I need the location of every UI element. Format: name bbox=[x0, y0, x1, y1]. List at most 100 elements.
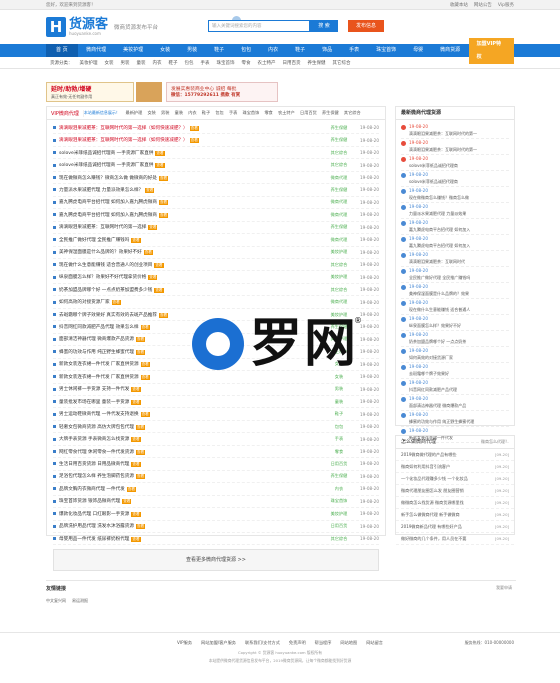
view-tag[interactable]: 查看 bbox=[140, 374, 150, 380]
row-category[interactable]: 其它综合 bbox=[321, 287, 357, 293]
category-item[interactable]: 童装 bbox=[137, 60, 146, 66]
category-item[interactable]: 美妆护理 bbox=[80, 60, 98, 66]
item-title[interactable]: 滴滴眼泪果减肥茶：互联网时代的第一 bbox=[409, 131, 477, 137]
row-category[interactable]: 美妆护理 bbox=[321, 249, 357, 255]
row-title[interactable]: 奶茶加盟品牌哪个好 一点点奶茶加盟费多少钱 查看 bbox=[59, 287, 321, 293]
table-row[interactable]: 全民推广做好代理 全民推广赚钱吗 查看 微商代理 19-08-20 bbox=[53, 234, 379, 247]
list-item[interactable]: 19-08-20 嘉九腾虎电商平台招代理 如何加入 bbox=[401, 219, 509, 235]
row-title[interactable]: 男士运动鞋微商代理 一件代发支持退换 查看 bbox=[59, 411, 321, 418]
row-category[interactable]: 手表 bbox=[321, 436, 357, 442]
view-tag[interactable]: 查看 bbox=[140, 412, 150, 418]
row-category[interactable]: 零食 bbox=[321, 449, 357, 455]
view-tag[interactable]: 查看 bbox=[135, 349, 146, 355]
category-item[interactable]: 零食 bbox=[242, 60, 251, 66]
table-row[interactable]: 美神保湿面膜是什么品牌的？效果好不好 查看 美妆护理 19-08-20 bbox=[53, 247, 379, 259]
footer-link[interactable]: 帮当程序 bbox=[315, 640, 332, 646]
table-row[interactable]: 奶茶加盟品牌哪个好 一点点奶茶加盟费多少钱 查看 其它综合 19-08-20 bbox=[53, 284, 379, 297]
item-title[interactable]: 滴滴眼泪果减肥茶：互联网时代的第一 bbox=[409, 147, 477, 153]
row-title[interactable]: 滴滴眼泪果减肥茶：互联网时代的第一选择（如何快速减肥？） 查看 bbox=[59, 137, 321, 144]
list-item[interactable]: 新手怎么做微商代理 新手做微商 [09-20] bbox=[396, 509, 514, 521]
item-title[interactable]: 奶茶加盟品牌哪个好 一点点奶茶 bbox=[409, 339, 466, 345]
tab-category[interactable]: 日用百货 bbox=[297, 110, 319, 116]
table-row[interactable]: 男士运动鞋微商代理 一件代发支持退换 查看 鞋子 19-08-20 bbox=[53, 408, 379, 421]
row-category[interactable]: 童装 bbox=[321, 399, 357, 405]
howto-more-link[interactable]: 微商怎么代理？ bbox=[481, 436, 509, 448]
table-row[interactable]: 如何高效的对接货源厂家 查看 微商代理 19-08-20 bbox=[53, 296, 379, 309]
view-tag[interactable]: 查看 bbox=[148, 225, 158, 231]
row-title[interactable]: 现在做什么生意能赚钱 适合普通人的创业项目 查看 bbox=[59, 262, 321, 268]
table-row[interactable]: 嘉九腾虎电商平台招代理 如何加入嘉九腾虎微商 查看 微商代理 19-08-20 bbox=[53, 197, 379, 210]
apply-link[interactable]: 我要申请 bbox=[496, 585, 512, 591]
row-title[interactable]: 滴滴眼泪果减肥茶：互联网时代的第一选择 查看 bbox=[59, 224, 321, 231]
ad-left[interactable]: 延时/助勃/增硬 真正有效·无任何副作用 bbox=[46, 82, 134, 102]
view-tag[interactable]: 查看 bbox=[158, 175, 169, 181]
view-tag[interactable]: 查看 bbox=[158, 212, 169, 218]
list-item[interactable]: 19-08-20 蜂蜜的功效与作用 纯正野生蜂蜜代理 bbox=[401, 411, 509, 427]
view-tag[interactable]: 查看 bbox=[154, 287, 164, 293]
item-title[interactable]: 做好微商的几个条件，用人员在不要 bbox=[401, 536, 495, 542]
table-row[interactable]: 爆款化妆品代理 口红眼影一手货源 查看 美妆护理 19-08-20 bbox=[53, 508, 379, 521]
footer-link[interactable]: 免责声明 bbox=[289, 640, 306, 646]
row-title[interactable]: 力量派水果减肥代理 力量派效果怎么样？ 查看 bbox=[59, 187, 321, 193]
tab-category[interactable]: 包包 bbox=[213, 110, 227, 116]
search-button[interactable]: 搜 索 bbox=[310, 20, 338, 32]
table-row[interactable]: 现在做微商怎么赚钱？微商怎么做 做微商的好处 查看 微商代理 19-08-20 bbox=[53, 172, 379, 185]
item-title[interactable]: 现在做什么生意能赚钱 适合普通人 bbox=[409, 307, 470, 313]
view-tag[interactable]: 查看 bbox=[131, 387, 141, 393]
table-row[interactable]: 滴滴眼泪果减肥茶：互联网时代的第一选择（如何快速减肥？） 查看 养生保健 19-08-… bbox=[53, 122, 379, 135]
view-tag[interactable]: 查看 bbox=[135, 524, 146, 530]
item-title[interactable]: 纵泉面膜怎么样？效果好不好 bbox=[409, 323, 461, 329]
tab-category[interactable]: 鞋子 bbox=[199, 110, 213, 116]
row-title[interactable]: 母婴用品一件代发 纸尿裤奶粉代理 查看 bbox=[59, 536, 321, 542]
row-category[interactable]: 内衣 bbox=[321, 486, 357, 492]
list-item[interactable]: 做微商怎么找货源 微商货源哪里找 [09-20] bbox=[396, 497, 514, 509]
table-row[interactable]: 母婴用品一件代发 纸尿裤奶粉代理 查看 其它综合 19-08-20 bbox=[53, 533, 379, 546]
row-category[interactable]: 养生保健 bbox=[321, 137, 357, 143]
nav-item[interactable]: 手表 bbox=[341, 44, 368, 57]
table-row[interactable]: 网红零食代理 休闲零食一件代发货源 查看 零食 19-08-20 bbox=[53, 446, 379, 459]
list-item[interactable]: 19-08-20 现在做微商怎么赚钱？微商怎么做 bbox=[401, 187, 509, 203]
item-title[interactable]: 去斑霜哪个牌子效果好 bbox=[409, 371, 449, 377]
table-row[interactable]: solove米菲纸品诚招代理商 一手货源厂家直供 查看 其它综合 19-08-20 bbox=[53, 159, 379, 172]
row-category[interactable]: 微商代理 bbox=[321, 212, 357, 218]
tab-vip[interactable]: VIP微商代理 bbox=[47, 109, 84, 117]
table-row[interactable]: 品牌洗护用品代理 洗发水沐浴露货源 查看 日用百货 19-08-20 bbox=[53, 521, 379, 533]
view-tag[interactable]: 查看 bbox=[135, 449, 146, 455]
row-category[interactable]: 微商代理 bbox=[321, 299, 357, 305]
row-category[interactable]: 男装 bbox=[321, 386, 357, 392]
row-title[interactable]: 嘉九腾虎电商平台招代理 如何加入嘉九腾虎微商 查看 bbox=[59, 212, 321, 218]
footer-link[interactable]: 网站地图 bbox=[340, 640, 357, 646]
row-category[interactable]: 养生保健 bbox=[321, 187, 357, 193]
view-tag[interactable]: 查看 bbox=[111, 300, 121, 306]
category-item[interactable]: 鞋子 bbox=[169, 60, 178, 66]
nav-item[interactable]: 饰品 bbox=[314, 44, 341, 57]
list-item[interactable]: 微商代理朋友圈怎么发 朋友圈营销 [09-20] bbox=[396, 485, 514, 497]
row-title[interactable]: 网红零食代理 休闲零食一件代发货源 查看 bbox=[59, 449, 321, 455]
nav-item-home[interactable]: 首 页 bbox=[46, 44, 78, 57]
view-tag[interactable]: 查看 bbox=[131, 536, 141, 542]
view-tag[interactable]: 查看 bbox=[189, 125, 199, 131]
row-title[interactable]: 品牌洗护用品代理 洗发水沐浴露货源 查看 bbox=[59, 523, 321, 530]
view-tag[interactable]: 查看 bbox=[135, 474, 146, 480]
row-category[interactable]: 微商代理 bbox=[321, 175, 357, 181]
item-title[interactable]: 蜂蜜的功效与作用 纯正野生蜂蜜代理 bbox=[409, 419, 474, 425]
category-item[interactable]: 女装 bbox=[105, 60, 114, 66]
list-item[interactable]: 19-08-20 滴滴眼泪果减肥茶：互联网时代的第一 bbox=[401, 139, 509, 155]
nav-item[interactable]: 美妆护理 bbox=[115, 44, 152, 57]
list-item[interactable]: 19-08-20 美神保湿面膜是什么品牌的？效果 bbox=[401, 283, 509, 299]
row-title[interactable]: 珠宝首饰货源 银饰品微商代理 查看 bbox=[59, 498, 321, 505]
item-title[interactable]: 嘉九腾虎电商平台招代理 如何加入 bbox=[409, 227, 470, 233]
nav-item[interactable]: 母婴 bbox=[405, 44, 432, 57]
view-tag[interactable]: 查看 bbox=[154, 262, 164, 268]
table-row[interactable]: 童装批发市场在哪里 童装一手货源 查看 童装 19-08-20 bbox=[53, 396, 379, 409]
nav-item[interactable]: 鞋子 bbox=[206, 44, 233, 57]
list-item[interactable]: 19-08-20 solove米菲纸品诚招代理商 bbox=[401, 171, 509, 187]
row-category[interactable]: 其它综合 bbox=[321, 536, 357, 542]
row-title[interactable]: 品牌文胸内衣微商代理 一件代发 查看 bbox=[59, 486, 321, 492]
item-title[interactable]: 做微商怎么找货源 微商货源哪里找 bbox=[401, 500, 495, 506]
row-title[interactable]: 足浴包代理怎么样 养生泡脚药包货源 查看 bbox=[59, 473, 321, 480]
tab-category[interactable]: 内衣 bbox=[186, 110, 200, 116]
row-category[interactable]: 养生保健 bbox=[321, 224, 357, 230]
row-title[interactable]: solove米菲纸品诚招代理商 一手货源厂家直供 查看 bbox=[59, 162, 321, 169]
table-row[interactable]: 滴滴眼泪果减肥茶：互联网时代的第一选择 查看 养生保健 19-08-20 bbox=[53, 222, 379, 235]
